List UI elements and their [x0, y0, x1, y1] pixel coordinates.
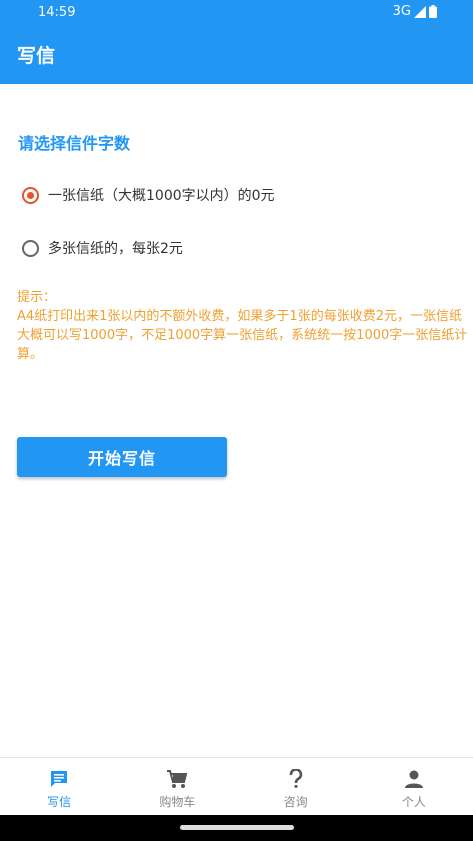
tips-heading: 提示：	[17, 290, 57, 305]
nav-item-consult[interactable]: 咨询	[237, 758, 355, 816]
system-nav-bar	[0, 815, 473, 841]
status-time: 14:59	[38, 5, 76, 20]
radio-unselected-icon[interactable]	[22, 239, 39, 257]
message-icon	[48, 768, 70, 790]
status-bar: 14:59 3G	[0, 0, 473, 25]
nav-item-profile[interactable]: 个人	[355, 758, 473, 816]
start-writing-button[interactable]: 开始写信	[17, 437, 227, 477]
radio-selected-icon[interactable]	[22, 186, 39, 204]
signal-icon	[414, 5, 426, 18]
nav-label: 写信	[47, 795, 72, 809]
question-icon	[285, 768, 307, 790]
page-title: 写信	[17, 45, 56, 67]
tips-block: 提示： A4纸打印出来1张以内的不额外收费，如果多于1张的每张收费2元，一张信纸…	[17, 288, 472, 364]
status-icons: 3G	[393, 4, 437, 19]
bottom-nav: 写信 购物车 咨询 个人	[0, 757, 473, 816]
nav-label: 个人	[401, 795, 426, 809]
option-one-sheet[interactable]: 一张信纸（大概1000字以内）的0元	[22, 185, 275, 205]
nav-label: 咨询	[283, 795, 308, 809]
battery-icon	[429, 5, 437, 18]
tips-body: A4纸打印出来1张以内的不额外收费，如果多于1张的每张收费2元，一张信纸大概可以…	[17, 309, 468, 362]
nav-label: 购物车	[159, 795, 196, 809]
nav-item-cart[interactable]: 购物车	[118, 758, 236, 816]
section-title: 请选择信件字数	[18, 134, 131, 153]
nav-item-write[interactable]: 写信	[0, 758, 118, 816]
option-label: 多张信纸的，每张2元	[48, 241, 183, 257]
network-type: 3G	[392, 4, 411, 19]
person-icon	[403, 768, 425, 790]
option-label: 一张信纸（大概1000字以内）的0元	[48, 188, 275, 204]
option-multi-sheet[interactable]: 多张信纸的，每张2元	[22, 238, 183, 258]
home-gesture-handle[interactable]	[180, 825, 294, 830]
cart-icon	[166, 768, 188, 790]
app-bar: 写信	[0, 25, 473, 84]
